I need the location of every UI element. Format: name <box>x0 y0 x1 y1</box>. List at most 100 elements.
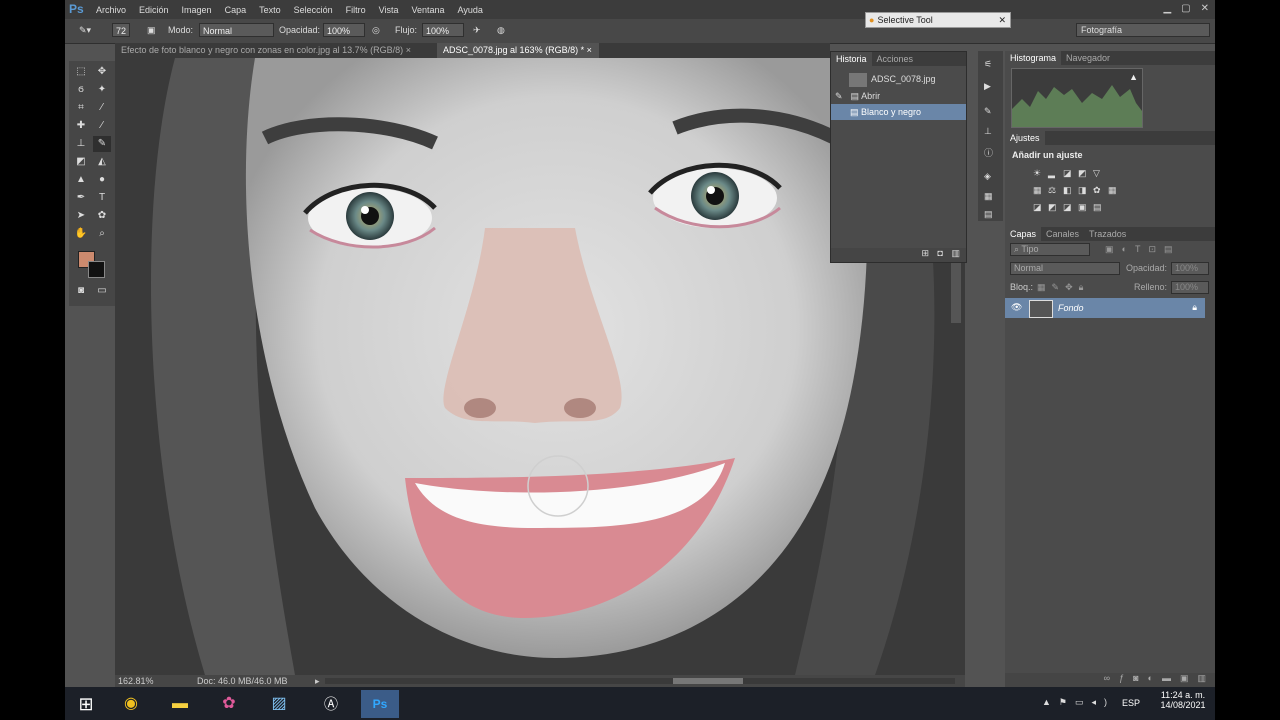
photo-filter-icon[interactable]: ◨ <box>1078 185 1093 196</box>
crop-tool-icon[interactable]: ⌗ <box>72 100 90 116</box>
workspace-select[interactable]: Fotografía <box>1076 23 1210 37</box>
info-icon[interactable]: ⓘ <box>984 146 993 159</box>
close-icon[interactable]: ✕ <box>1201 3 1209 14</box>
threshold-icon[interactable]: ◪ <box>1063 202 1078 213</box>
photoshop-taskbar-icon[interactable]: Ps <box>361 690 399 718</box>
color-lookup-icon[interactable]: ▦ <box>1108 185 1123 196</box>
vpn-app-icon[interactable]: ◉ <box>112 690 150 718</box>
trash-icon[interactable]: ▥ <box>951 248 966 258</box>
tool-preset-icon[interactable]: ✎▾ <box>79 25 91 36</box>
mode-select[interactable]: Normal <box>199 23 274 37</box>
magic-wand-icon[interactable]: ✦ <box>93 82 111 98</box>
invert-icon[interactable]: ◪ <box>1033 202 1048 213</box>
marquee-tool-icon[interactable]: ⬚ <box>72 64 90 80</box>
new-adjustment-icon[interactable]: ◐ <box>1148 673 1162 683</box>
link-layers-icon[interactable]: ∞ <box>1104 673 1119 683</box>
brush-panel-icon[interactable]: ✎ <box>984 106 992 117</box>
pressure-opacity-icon[interactable]: ◎ <box>372 25 380 36</box>
lock-position-icon[interactable]: ✥ <box>1065 282 1079 292</box>
eye-icon[interactable]: 👁︎ <box>1011 302 1022 313</box>
tray-expand-icon[interactable]: ▲ <box>1042 697 1059 707</box>
opacity-field[interactable]: 100% <box>323 23 365 37</box>
airbrush-icon[interactable]: ✈ <box>473 25 481 36</box>
doc-tab-2[interactable]: ADSC_0078.jpg al 163% (RGB/8) * × <box>437 43 599 58</box>
menu-ayuda[interactable]: Ayuda <box>458 5 483 15</box>
menu-archivo[interactable]: Archivo <box>96 5 126 15</box>
clone-source-icon[interactable]: ⊥ <box>984 126 992 137</box>
clock[interactable]: 11:24 a. m. 14/08/2021 <box>1153 690 1213 710</box>
filter-pixel-icon[interactable]: ▣ <box>1105 244 1122 254</box>
maximize-icon[interactable]: ▢ <box>1181 3 1190 14</box>
lock-all-icon[interactable]: 🔒︎ <box>1079 282 1090 292</box>
layer-row-fondo[interactable]: 👁︎ Fondo 🔒︎ <box>1005 298 1205 318</box>
levels-icon[interactable]: ▂ <box>1048 168 1063 179</box>
filter-adjust-icon[interactable]: ◐ <box>1122 244 1135 254</box>
zoom-tool-icon[interactable]: ⌕ <box>93 226 111 242</box>
shape-tool-icon[interactable]: ✿ <box>93 208 111 224</box>
black-white-icon[interactable]: ◧ <box>1063 185 1078 196</box>
windows-start-icon[interactable]: ⊞ <box>67 690 105 718</box>
add-mask-icon[interactable]: ◙ <box>1133 673 1147 683</box>
image-viewer-icon[interactable]: ▨ <box>260 690 298 718</box>
tab-histograma[interactable]: Histograma <box>1005 51 1062 65</box>
zoom-level[interactable]: 162.81% <box>118 676 154 686</box>
layer-opacity-field[interactable]: 100% <box>1171 262 1209 275</box>
menu-edicion[interactable]: Edición <box>139 5 169 15</box>
tab-ajustes[interactable]: Ajustes <box>1005 131 1045 145</box>
menu-capa[interactable]: Capa <box>225 5 247 15</box>
status-menu-icon[interactable]: ▸ <box>315 676 320 687</box>
actions-panel-icon[interactable]: ▶ <box>984 81 991 92</box>
tab-close-icon[interactable]: × <box>587 45 592 55</box>
selective-close-icon[interactable]: ✕ <box>998 13 1006 27</box>
volume-icon[interactable]: ◂) <box>1091 697 1115 707</box>
warning-icon[interactable]: ▲ <box>1129 72 1138 82</box>
menu-texto[interactable]: Texto <box>259 5 281 15</box>
doc-tab-1[interactable]: Efecto de foto blanco y negro con zonas … <box>115 43 435 58</box>
grid-icon[interactable]: ▦ <box>984 191 993 202</box>
lasso-tool-icon[interactable]: ϭ <box>72 82 90 98</box>
layer-comps-icon[interactable]: ▤ <box>984 209 993 220</box>
menu-seleccion[interactable]: Selección <box>294 5 333 15</box>
tab-trazados[interactable]: Trazados <box>1084 227 1131 241</box>
language-indicator[interactable]: ESP <box>1122 698 1140 708</box>
brightness-icon[interactable]: ☀ <box>1033 168 1048 179</box>
minimize-icon[interactable]: ▁ <box>1163 3 1171 14</box>
selective-tool-window[interactable]: ● Selective Tool ✕ <box>865 12 1011 28</box>
battery-icon[interactable]: ▭ <box>1075 697 1092 707</box>
scrollbar-thumb[interactable] <box>673 678 743 684</box>
history-brush-icon[interactable]: ✎ <box>93 136 111 152</box>
menu-filtro[interactable]: Filtro <box>346 5 366 15</box>
properties-icon[interactable]: ◈ <box>984 171 991 182</box>
layer-filter-select[interactable]: ⌕ Tipo <box>1010 243 1090 256</box>
paint-bucket-icon[interactable]: ◭ <box>93 154 111 170</box>
clone-stamp-icon[interactable]: ⊥ <box>72 136 90 152</box>
hue-sat-icon[interactable]: ▦ <box>1033 185 1048 196</box>
quick-mask-icon[interactable]: ◙ <box>72 283 90 299</box>
tab-historia[interactable]: Historia <box>831 52 872 66</box>
lock-image-icon[interactable]: ✎ <box>1052 282 1066 292</box>
brush-size-picker[interactable]: 72 <box>112 23 130 37</box>
menu-vista[interactable]: Vista <box>379 5 399 15</box>
horizontal-scrollbar[interactable] <box>325 678 955 684</box>
color-balance-icon[interactable]: ⚖ <box>1048 185 1063 196</box>
pen-tool-icon[interactable]: ✒ <box>72 190 90 206</box>
delete-layer-icon[interactable]: ▥ <box>1197 673 1215 683</box>
menu-ventana[interactable]: Ventana <box>412 5 445 15</box>
brush-tool-icon[interactable]: ∕ <box>93 118 111 134</box>
fx-icon[interactable]: ƒ <box>1119 673 1133 683</box>
history-item-abrir[interactable]: ✎ ▤ Abrir <box>831 88 966 104</box>
eraser-icon[interactable]: ◩ <box>72 154 90 170</box>
type-tool-icon[interactable]: T <box>93 190 111 206</box>
gradient-map-icon[interactable]: ▣ <box>1078 202 1093 213</box>
flow-field[interactable]: 100% <box>422 23 464 37</box>
app-a-icon[interactable]: Ⓐ <box>312 690 350 718</box>
lock-transparent-icon[interactable]: ▦ <box>1037 282 1052 292</box>
blend-mode-select[interactable]: Normal <box>1010 262 1120 275</box>
pressure-size-icon[interactable]: ◍ <box>497 25 505 36</box>
new-doc-from-state-icon[interactable]: ⊞ <box>921 248 929 258</box>
tab-acciones[interactable]: Acciones <box>872 52 919 66</box>
new-group-icon[interactable]: ▬ <box>1162 673 1180 683</box>
tab-canales[interactable]: Canales <box>1041 227 1084 241</box>
file-explorer-icon[interactable]: ▬ <box>161 690 199 718</box>
tab-navegador[interactable]: Navegador <box>1061 51 1115 65</box>
